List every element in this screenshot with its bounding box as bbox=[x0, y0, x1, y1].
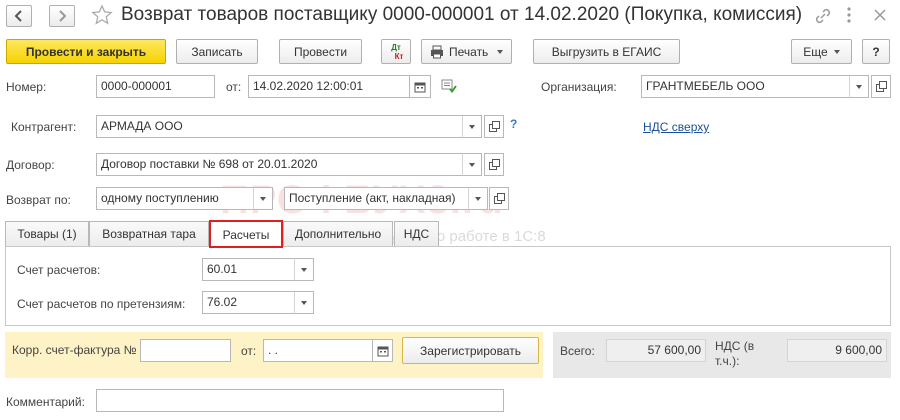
receipt-dropdown[interactable] bbox=[468, 187, 488, 210]
print-label: Печать bbox=[449, 44, 489, 59]
more-label: Еще bbox=[803, 44, 828, 59]
print-button[interactable]: Печать bbox=[421, 39, 512, 64]
contract-label: Договор: bbox=[6, 158, 55, 172]
account-label: Счет расчетов: bbox=[17, 263, 101, 277]
tab-vat[interactable]: НДС bbox=[394, 221, 439, 246]
receipt-open-button[interactable] bbox=[489, 187, 509, 210]
comment-label: Комментарий: bbox=[6, 395, 85, 409]
tab-panel bbox=[5, 246, 891, 326]
chevron-down-icon bbox=[497, 49, 504, 54]
contract-open-button[interactable] bbox=[484, 153, 504, 176]
contract-dropdown[interactable] bbox=[462, 153, 482, 176]
account-dropdown[interactable] bbox=[294, 258, 314, 281]
account-field[interactable]: 60.01 bbox=[202, 258, 295, 281]
export-egais-button[interactable]: Выгрузить в ЕГАИС bbox=[533, 39, 680, 64]
total-label: Всего: bbox=[560, 344, 595, 358]
save-button[interactable]: Записать bbox=[176, 39, 258, 64]
return-by-label: Возврат по: bbox=[6, 193, 71, 207]
arrow-left-icon bbox=[14, 10, 22, 22]
date-label: от: bbox=[226, 80, 242, 94]
document-status-icon[interactable] bbox=[441, 79, 457, 96]
vat-on-top-link[interactable]: НДС сверху bbox=[643, 120, 709, 134]
comment-field[interactable] bbox=[96, 389, 504, 412]
contract-field[interactable]: Договор поставки № 698 от 20.01.2020 bbox=[96, 153, 463, 176]
register-button[interactable]: Зарегистрировать bbox=[402, 337, 539, 364]
chevron-down-icon bbox=[475, 196, 481, 201]
favorite-star-icon[interactable] bbox=[91, 4, 113, 29]
counterparty-field[interactable]: АРМАДА ООО bbox=[96, 115, 463, 138]
printer-icon bbox=[431, 45, 443, 58]
number-field[interactable]: 0000-000001 bbox=[96, 75, 215, 98]
arrow-right-icon bbox=[59, 10, 67, 22]
more-vertical-icon[interactable] bbox=[846, 6, 854, 26]
invoice-number-field[interactable] bbox=[140, 339, 231, 362]
tab-additional[interactable]: Дополнительно bbox=[283, 221, 393, 246]
counterparty-label: Контрагент: bbox=[11, 120, 77, 134]
invoice-date-field[interactable]: . . bbox=[263, 339, 373, 362]
receipt-field[interactable]: Поступление (акт, накладная) bbox=[284, 187, 469, 210]
tab-returnable-packaging[interactable]: Возвратная тара bbox=[89, 221, 209, 246]
invoice-calendar-button[interactable] bbox=[372, 339, 393, 362]
chevron-down-icon bbox=[856, 84, 862, 89]
vat-total-label: НДС (в т.ч.): bbox=[715, 339, 755, 368]
open-form-icon bbox=[875, 81, 887, 92]
number-label: Номер: bbox=[6, 80, 47, 94]
chevron-down-icon bbox=[833, 49, 840, 54]
organization-dropdown[interactable] bbox=[849, 75, 869, 98]
more-button[interactable]: Еще bbox=[791, 39, 852, 64]
chevron-down-icon bbox=[469, 162, 475, 167]
post-and-close-button[interactable]: Провести и закрыть bbox=[6, 39, 166, 64]
return-by-field[interactable]: одному поступлению bbox=[96, 187, 254, 210]
open-form-icon bbox=[488, 121, 500, 132]
claims-account-label: Счет расчетов по претензиям: bbox=[17, 297, 186, 311]
claims-account-field[interactable]: 76.02 bbox=[202, 291, 295, 314]
date-field[interactable]: 14.02.2020 12:00:01 bbox=[248, 75, 410, 98]
tab-goods[interactable]: Товары (1) bbox=[5, 221, 89, 246]
chevron-down-icon bbox=[301, 300, 307, 305]
forward-button[interactable] bbox=[49, 5, 75, 27]
back-button[interactable] bbox=[6, 5, 32, 27]
dt-kt-button[interactable]: Дт Кт bbox=[381, 39, 411, 64]
vat-total-field: 9 600,00 bbox=[787, 339, 887, 362]
dt-kt-icon: Дт bbox=[391, 42, 401, 52]
close-icon[interactable] bbox=[872, 7, 888, 26]
total-field: 57 600,00 bbox=[606, 339, 706, 362]
link-icon[interactable] bbox=[814, 7, 832, 28]
post-button[interactable]: Провести bbox=[279, 39, 362, 64]
open-form-icon bbox=[488, 159, 500, 170]
calendar-button[interactable] bbox=[409, 75, 431, 98]
open-form-icon bbox=[493, 193, 505, 204]
claims-account-dropdown[interactable] bbox=[294, 291, 314, 314]
chevron-down-icon bbox=[260, 196, 266, 201]
tab-settlements[interactable]: Расчеты bbox=[209, 220, 283, 248]
calendar-icon bbox=[414, 82, 426, 92]
counterparty-open-button[interactable] bbox=[484, 115, 504, 138]
return-by-dropdown[interactable] bbox=[253, 187, 273, 210]
organization-label: Организация: bbox=[541, 80, 617, 94]
chevron-down-icon bbox=[469, 124, 475, 129]
invoice-date-label: от: bbox=[241, 344, 257, 358]
organization-open-button[interactable] bbox=[871, 75, 891, 98]
invoice-label: Корр. счет-фактура № bbox=[12, 343, 137, 357]
window-title: Возврат товаров поставщику 0000-000001 о… bbox=[121, 4, 803, 25]
organization-field[interactable]: ГРАНТМЕБЕЛЬ ООО bbox=[641, 75, 850, 98]
chevron-down-icon bbox=[301, 267, 307, 272]
counterparty-help-icon[interactable]: ? bbox=[510, 117, 517, 131]
help-button[interactable]: ? bbox=[862, 39, 890, 64]
calendar-icon bbox=[377, 346, 388, 356]
counterparty-dropdown[interactable] bbox=[462, 115, 482, 138]
